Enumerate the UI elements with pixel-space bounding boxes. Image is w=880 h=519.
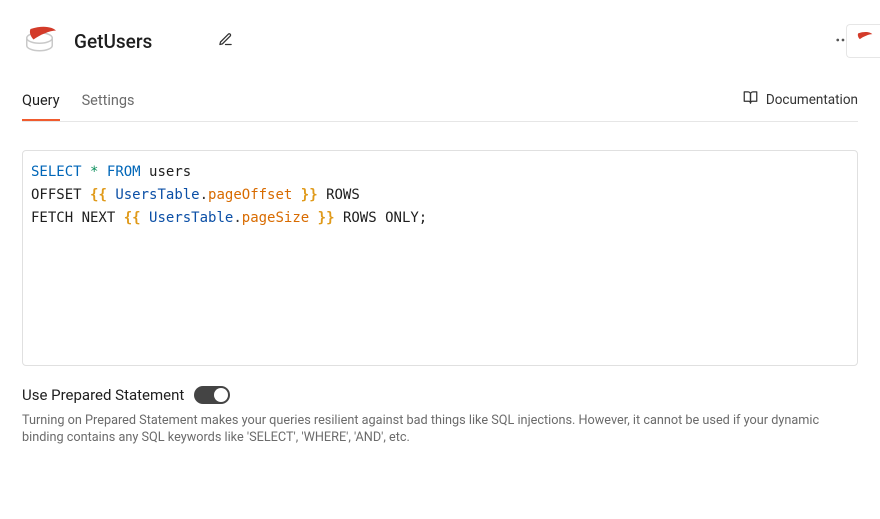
prepared-statement-row: Use Prepared Statement	[22, 386, 858, 404]
pencil-icon	[218, 35, 233, 50]
bind-open: {{	[90, 187, 107, 203]
kw-from: FROM	[107, 164, 141, 180]
edit-name-button[interactable]	[214, 28, 237, 54]
bind-close: }}	[301, 187, 318, 203]
bind-prop: pageSize	[242, 210, 309, 226]
mssql-logo-icon	[854, 30, 874, 53]
prepared-statement-toggle[interactable]	[194, 386, 230, 404]
bind-name: UsersTable	[149, 210, 233, 226]
book-icon	[743, 90, 758, 109]
query-editor[interactable]: SELECT * FROM users OFFSET {{ UsersTable…	[22, 150, 858, 366]
sql-tail: ROWS	[326, 187, 360, 203]
sql-table-name: users	[149, 164, 191, 180]
bind-prop: pageOffset	[208, 187, 292, 203]
prepared-statement-help: Turning on Prepared Statement makes your…	[22, 412, 842, 446]
query-header: GetUsers	[22, 22, 858, 60]
prepared-statement-label: Use Prepared Statement	[22, 386, 184, 404]
kw-star: *	[90, 164, 98, 180]
tabs-bar: Query Settings Documentation	[22, 84, 858, 122]
mssql-logo	[22, 22, 60, 60]
tab-query[interactable]: Query	[22, 84, 60, 121]
documentation-link[interactable]: Documentation	[743, 90, 858, 115]
documentation-label: Documentation	[766, 92, 858, 108]
sql-tail: ROWS ONLY;	[343, 210, 427, 226]
toggle-knob	[214, 388, 228, 402]
bind-open: {{	[124, 210, 141, 226]
bind-close: }}	[318, 210, 335, 226]
tab-settings[interactable]: Settings	[82, 84, 135, 121]
kw-fetch: FETCH NEXT	[31, 210, 115, 226]
query-title: GetUsers	[74, 30, 152, 53]
bind-name: UsersTable	[115, 187, 199, 203]
kw-offset: OFFSET	[31, 187, 82, 203]
datasource-button[interactable]	[846, 24, 880, 58]
kw-select: SELECT	[31, 164, 82, 180]
